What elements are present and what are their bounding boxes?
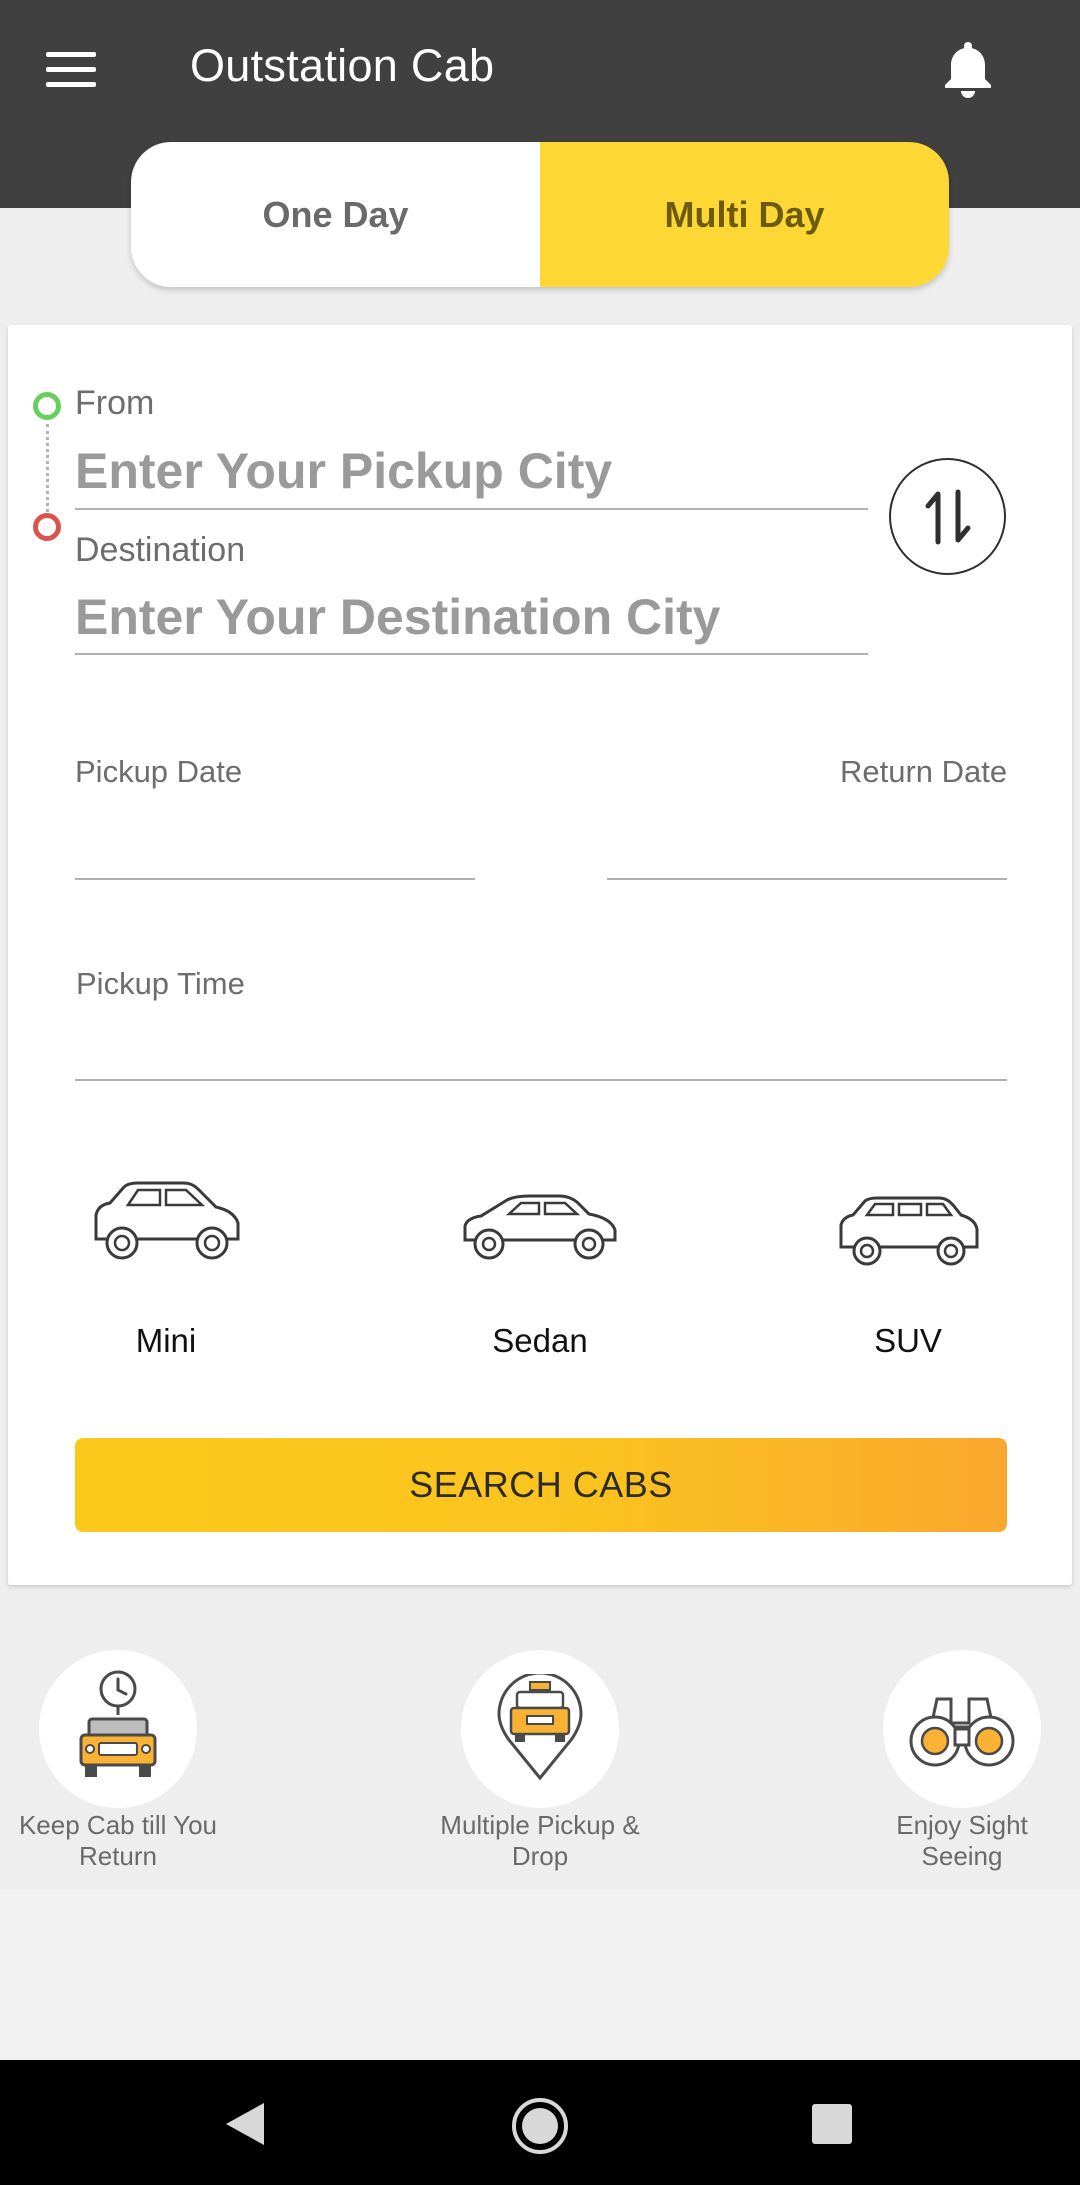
trip-type-toggle: One Day Multi Day bbox=[131, 142, 949, 287]
search-cabs-button[interactable]: SEARCH CABS bbox=[75, 1438, 1007, 1532]
page-title: Outstation Cab bbox=[190, 40, 495, 91]
feature-sight-seeing bbox=[883, 1650, 1041, 1808]
sedan-car-icon bbox=[463, 1194, 617, 1260]
cab-location-pin-icon bbox=[497, 1674, 583, 1781]
sedan-cab-option[interactable] bbox=[459, 1190, 621, 1271]
feature-multiple-pickup-label: Multiple Pickup & Drop bbox=[440, 1810, 640, 1871]
suv-label: SUV bbox=[874, 1322, 942, 1359]
pickup-point-icon bbox=[33, 392, 61, 420]
swap-locations-button[interactable] bbox=[889, 458, 1006, 575]
pickup-time-underline bbox=[75, 1079, 1007, 1081]
mini-label: Mini bbox=[135, 1322, 197, 1359]
pickup-time-field[interactable] bbox=[75, 1010, 1007, 1080]
destination-label: Destination bbox=[75, 531, 246, 569]
cab-with-clock-icon bbox=[79, 1670, 157, 1777]
recent-apps-icon[interactable] bbox=[811, 2103, 853, 2145]
destination-point-icon bbox=[33, 513, 61, 541]
suv-car-icon bbox=[839, 1196, 979, 1266]
destination-city-input[interactable]: Enter Your Destination City bbox=[75, 588, 720, 646]
back-icon[interactable] bbox=[222, 2101, 266, 2147]
destination-city-underline bbox=[75, 653, 868, 655]
from-label: From bbox=[75, 384, 155, 422]
suv-cab-option[interactable] bbox=[835, 1195, 983, 1274]
return-date-label: Return Date bbox=[840, 754, 1008, 789]
empty-content-area bbox=[0, 1890, 1080, 2060]
swap-arrows-icon bbox=[925, 489, 970, 544]
pickup-date-underline bbox=[75, 878, 475, 880]
multi-day-tab[interactable]: Multi Day bbox=[540, 142, 949, 287]
notification-bell-icon[interactable] bbox=[940, 38, 996, 98]
feature-keep-cab bbox=[39, 1650, 197, 1808]
system-navigation-bar bbox=[0, 2060, 1080, 2185]
hatchback-car-icon bbox=[94, 1181, 240, 1260]
route-connector bbox=[46, 424, 49, 512]
pickup-time-label: Pickup Time bbox=[76, 966, 245, 1001]
feature-sight-seeing-label: Enjoy Sight Seeing bbox=[896, 1810, 1028, 1871]
feature-multiple-pickup bbox=[461, 1650, 619, 1808]
home-icon[interactable] bbox=[510, 2096, 570, 2156]
return-date-underline bbox=[607, 878, 1007, 880]
one-day-tab[interactable]: One Day bbox=[131, 142, 540, 287]
sedan-label: Sedan bbox=[492, 1322, 588, 1359]
mini-cab-option[interactable] bbox=[88, 1175, 244, 1270]
feature-keep-cab-label: Keep Cab till You Return bbox=[18, 1810, 218, 1871]
pickup-city-input[interactable]: Enter Your Pickup City bbox=[75, 442, 612, 500]
binoculars-icon bbox=[909, 1697, 1015, 1767]
pickup-date-field[interactable] bbox=[75, 800, 475, 878]
hamburger-menu-icon[interactable] bbox=[46, 50, 100, 90]
pickup-city-underline bbox=[75, 508, 868, 510]
pickup-date-label: Pickup Date bbox=[75, 754, 243, 789]
return-date-field[interactable] bbox=[607, 800, 1007, 878]
